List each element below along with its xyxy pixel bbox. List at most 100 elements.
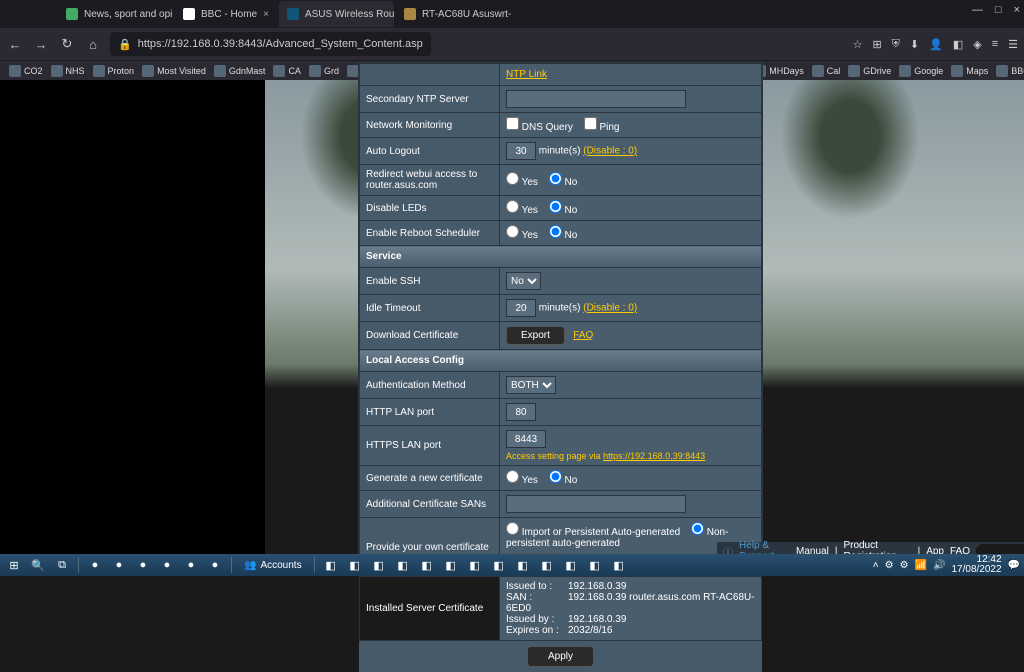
- faq-link[interactable]: FAQ: [573, 330, 593, 341]
- maximize-icon[interactable]: □: [995, 4, 1002, 16]
- home-icon[interactable]: ⌂: [84, 37, 102, 52]
- clock[interactable]: 12:42 17/08/2022: [951, 555, 1001, 575]
- bookmark[interactable]: CO2: [6, 65, 46, 77]
- bookmark[interactable]: Cal: [809, 65, 844, 77]
- shield-icon[interactable]: ⛨: [892, 38, 900, 51]
- tab-label: News, sport and opinion from t: [84, 9, 173, 20]
- bookmark[interactable]: GDrive: [845, 65, 894, 77]
- ssh-select[interactable]: No: [506, 272, 541, 290]
- menu-icon[interactable]: ☰: [1008, 38, 1018, 51]
- ping-checkbox[interactable]: [584, 117, 597, 130]
- pinned-app-icon[interactable]: ●: [157, 556, 177, 574]
- bookmark[interactable]: Most Visited: [139, 65, 209, 77]
- sans-input[interactable]: [506, 495, 686, 513]
- bookmark[interactable]: Grd: [306, 65, 342, 77]
- running-app-icon[interactable]: ◧: [465, 556, 485, 574]
- asus-favicon: [287, 8, 299, 20]
- bookmark[interactable]: GdnMast: [211, 65, 269, 77]
- running-app-icon[interactable]: ◧: [369, 556, 389, 574]
- gencert-no-radio[interactable]: [549, 470, 562, 483]
- row-label: Redirect webui access to router.asus.com: [360, 165, 500, 196]
- pinned-app-icon[interactable]: ●: [109, 556, 129, 574]
- forward-icon[interactable]: →: [32, 37, 50, 52]
- bookmark-icon: [142, 65, 154, 77]
- tab-guardian[interactable]: News, sport and opinion from t ×: [58, 1, 173, 27]
- bookmark[interactable]: Maps: [948, 65, 991, 77]
- search-icon[interactable]: 🔍: [28, 556, 48, 574]
- pinned-app-icon[interactable]: ●: [133, 556, 153, 574]
- star-icon[interactable]: ☆: [853, 38, 863, 51]
- minimize-icon[interactable]: —: [972, 4, 983, 16]
- apply-row: Apply: [359, 641, 762, 672]
- notifications-icon[interactable]: 💬: [1008, 560, 1020, 571]
- running-app-icon[interactable]: ◧: [417, 556, 437, 574]
- nonpersist-radio[interactable]: [691, 522, 704, 535]
- redirect-no-radio[interactable]: [549, 172, 562, 185]
- close-icon[interactable]: ×: [263, 9, 269, 20]
- https-port-input[interactable]: [506, 430, 546, 448]
- account-icon[interactable]: 👤: [929, 38, 943, 51]
- redirect-yes-radio[interactable]: [506, 172, 519, 185]
- gencert-yes-radio[interactable]: [506, 470, 519, 483]
- volume-icon[interactable]: 🔊: [933, 560, 945, 571]
- auto-logout-input[interactable]: [506, 142, 536, 160]
- leds-yes-radio[interactable]: [506, 200, 519, 213]
- pinned-app-icon[interactable]: ●: [85, 556, 105, 574]
- bookmark[interactable]: BBCiP: [993, 65, 1024, 77]
- tab-bbc[interactable]: BBC - Home ×: [175, 1, 277, 27]
- row-label: Disable LEDs: [360, 196, 500, 221]
- taskview-icon[interactable]: ⧉: [52, 556, 72, 574]
- network-icon[interactable]: 📶: [915, 560, 927, 571]
- import-persist-radio[interactable]: [506, 522, 519, 535]
- bookmark[interactable]: CA: [270, 65, 304, 77]
- close-icon[interactable]: ×: [1014, 4, 1020, 16]
- extensions-icon[interactable]: ⊞: [872, 38, 881, 51]
- bookmark[interactable]: NHS: [48, 65, 88, 77]
- download-icon[interactable]: ⬇: [910, 38, 919, 51]
- pinned-app-icon[interactable]: ●: [205, 556, 225, 574]
- dns-query-checkbox[interactable]: [506, 117, 519, 130]
- apply-button[interactable]: Apply: [527, 646, 594, 667]
- secondary-ntp-input[interactable]: [506, 90, 686, 108]
- running-app-icon[interactable]: ◧: [441, 556, 461, 574]
- row-label: Authentication Method: [360, 372, 500, 399]
- row-label: Download Certificate: [360, 322, 500, 350]
- tray-up-icon[interactable]: ˄: [873, 560, 879, 571]
- tab-merlin[interactable]: RT-AC68U Asuswrt-Merlin 38 ×: [396, 1, 511, 27]
- addon-icon[interactable]: ◧: [953, 38, 963, 51]
- tab-strip: News, sport and opinion from t × BBC - H…: [0, 0, 1024, 28]
- export-button[interactable]: Export: [506, 326, 565, 345]
- reboot-no-radio[interactable]: [549, 225, 562, 238]
- running-app-icon[interactable]: ◧: [585, 556, 605, 574]
- back-icon[interactable]: ←: [6, 37, 24, 52]
- start-icon[interactable]: ⊞: [4, 556, 24, 574]
- pinned-app-icon[interactable]: ●: [181, 556, 201, 574]
- running-app-icon[interactable]: ◧: [513, 556, 533, 574]
- idle-timeout-input[interactable]: [506, 299, 536, 317]
- tab-asus-router[interactable]: ASUS Wireless Router RT-AC6 ×: [279, 1, 394, 27]
- running-app-icon[interactable]: ◧: [321, 556, 341, 574]
- running-app-icon[interactable]: ◧: [609, 556, 629, 574]
- url-bar[interactable]: 🔒 https://192.168.0.39:8443/Advanced_Sys…: [110, 32, 431, 56]
- bookmark[interactable]: Google: [896, 65, 946, 77]
- reload-icon[interactable]: ↻: [58, 36, 76, 52]
- addon-icon[interactable]: ◈: [973, 38, 981, 51]
- running-app-icon[interactable]: ◧: [489, 556, 509, 574]
- ntp-link[interactable]: NTP Link: [506, 69, 547, 80]
- taskbar-accounts[interactable]: 👥 Accounts: [238, 560, 308, 571]
- bookmark[interactable]: Proton: [90, 65, 138, 77]
- leds-no-radio[interactable]: [549, 200, 562, 213]
- auth-method-select[interactable]: BOTH: [506, 376, 556, 394]
- reboot-yes-radio[interactable]: [506, 225, 519, 238]
- http-port-input[interactable]: [506, 403, 536, 421]
- row-label: Idle Timeout: [360, 295, 500, 322]
- tray-icon[interactable]: ⚙: [900, 560, 909, 571]
- running-app-icon[interactable]: ◧: [345, 556, 365, 574]
- running-app-icon[interactable]: ◧: [537, 556, 557, 574]
- access-url-link[interactable]: https://192.168.0.39:8443: [603, 451, 705, 461]
- settings-panel: NTP Link Secondary NTP Server Network Mo…: [358, 62, 763, 559]
- running-app-icon[interactable]: ◧: [561, 556, 581, 574]
- tray-icon[interactable]: ⚙: [885, 560, 894, 571]
- running-app-icon[interactable]: ◧: [393, 556, 413, 574]
- library-icon[interactable]: ≡: [992, 38, 998, 51]
